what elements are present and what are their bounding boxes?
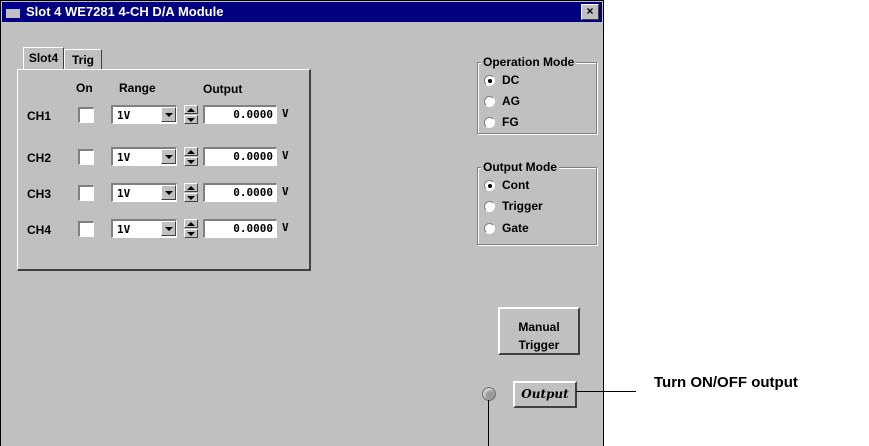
ch1-unit: V — [282, 107, 289, 120]
spin-up-icon[interactable] — [184, 105, 198, 114]
chevron-down-icon[interactable] — [161, 107, 176, 122]
output-mode-title: Output Mode — [481, 160, 559, 174]
output-mode-radio-cont[interactable] — [484, 180, 495, 191]
ch4-range-select[interactable]: 1V — [111, 219, 177, 238]
close-button[interactable]: × — [581, 4, 599, 20]
ch1-output-input[interactable]: 0.0000 — [203, 105, 277, 124]
slot4-tab-panel — [17, 69, 311, 271]
operation-mode-title: Operation Mode — [481, 55, 577, 69]
ch1-range-value: 1V — [117, 109, 131, 122]
spin-up-icon[interactable] — [184, 219, 198, 228]
ch2-on-checkbox[interactable] — [78, 149, 94, 165]
operation-mode-radio-fg[interactable] — [484, 117, 495, 128]
output-mode-label-gate: Gate — [502, 221, 529, 235]
channel-label-ch3: CH3 — [27, 187, 52, 201]
ch1-range-select[interactable]: 1V — [111, 105, 177, 124]
window-icon — [6, 6, 20, 18]
ch4-unit: V — [282, 221, 289, 234]
output-mode-label-trigger: Trigger — [502, 199, 543, 213]
output-status-led — [482, 387, 496, 401]
output-mode-label-cont: Cont — [502, 178, 530, 192]
output-mode-radio-trigger[interactable] — [484, 201, 495, 212]
spin-down-icon[interactable] — [184, 193, 198, 202]
ch4-output-spinner[interactable] — [184, 219, 198, 238]
title-bar[interactable]: Slot 4 WE7281 4-CH D/A Module × — [2, 2, 602, 22]
operation-mode-label-ag: AG — [502, 94, 520, 108]
header-range: Range — [119, 81, 156, 95]
chevron-down-icon[interactable] — [161, 149, 176, 164]
tab-slot4[interactable]: Slot4 — [23, 47, 64, 69]
header-output: Output — [203, 82, 243, 96]
operation-mode-radio-dc[interactable] — [484, 75, 495, 86]
operation-mode-radio-ag[interactable] — [484, 96, 495, 107]
operation-mode-group — [477, 62, 597, 134]
ch3-on-checkbox[interactable] — [78, 185, 94, 201]
ch4-on-checkbox[interactable] — [78, 221, 94, 237]
operation-mode-label-dc: DC — [502, 73, 520, 87]
ch4-range-value: 1V — [117, 223, 131, 236]
spin-down-icon[interactable] — [184, 115, 198, 124]
module-window: Slot 4 WE7281 4-CH D/A Module × Slot4 Tr… — [0, 0, 604, 446]
ch3-output-input[interactable]: 0.0000 — [203, 183, 277, 202]
ch2-range-value: 1V — [117, 151, 131, 164]
manual-trigger-label-line2: Trigger — [518, 338, 560, 352]
output-callout-text: Turn ON/OFF output — [654, 374, 798, 391]
led-leader-line — [488, 400, 489, 446]
channel-label-ch1: CH1 — [27, 109, 52, 123]
channel-label-ch2: CH2 — [27, 151, 52, 165]
header-on: On — [76, 81, 93, 95]
ch2-output-spinner[interactable] — [184, 147, 198, 166]
output-mode-radio-gate[interactable] — [484, 223, 495, 234]
ch4-output-input[interactable]: 0.0000 — [203, 219, 277, 238]
window-title: Slot 4 WE7281 4-CH D/A Module — [26, 4, 224, 19]
callout-leader-line — [576, 391, 636, 392]
operation-mode-label-fg: FG — [502, 115, 519, 129]
ch2-unit: V — [282, 149, 289, 162]
tab-trig[interactable]: Trig — [64, 49, 102, 69]
spin-up-icon[interactable] — [184, 147, 198, 156]
manual-trigger-label-line1: Manual — [518, 320, 560, 334]
chevron-down-icon[interactable] — [161, 185, 176, 200]
spin-up-icon[interactable] — [184, 183, 198, 192]
ch3-range-select[interactable]: 1V — [111, 183, 177, 202]
spin-down-icon[interactable] — [184, 157, 198, 166]
ch2-output-input[interactable]: 0.0000 — [203, 147, 277, 166]
manual-trigger-button[interactable]: Manual Trigger — [498, 307, 580, 355]
channel-label-ch4: CH4 — [27, 223, 52, 237]
spin-down-icon[interactable] — [184, 229, 198, 238]
output-button[interactable]: Output — [513, 381, 577, 408]
ch1-on-checkbox[interactable] — [78, 107, 94, 123]
ch3-unit: V — [282, 185, 289, 198]
ch3-output-spinner[interactable] — [184, 183, 198, 202]
ch3-range-value: 1V — [117, 187, 131, 200]
chevron-down-icon[interactable] — [161, 221, 176, 236]
ch1-output-spinner[interactable] — [184, 105, 198, 124]
ch2-range-select[interactable]: 1V — [111, 147, 177, 166]
